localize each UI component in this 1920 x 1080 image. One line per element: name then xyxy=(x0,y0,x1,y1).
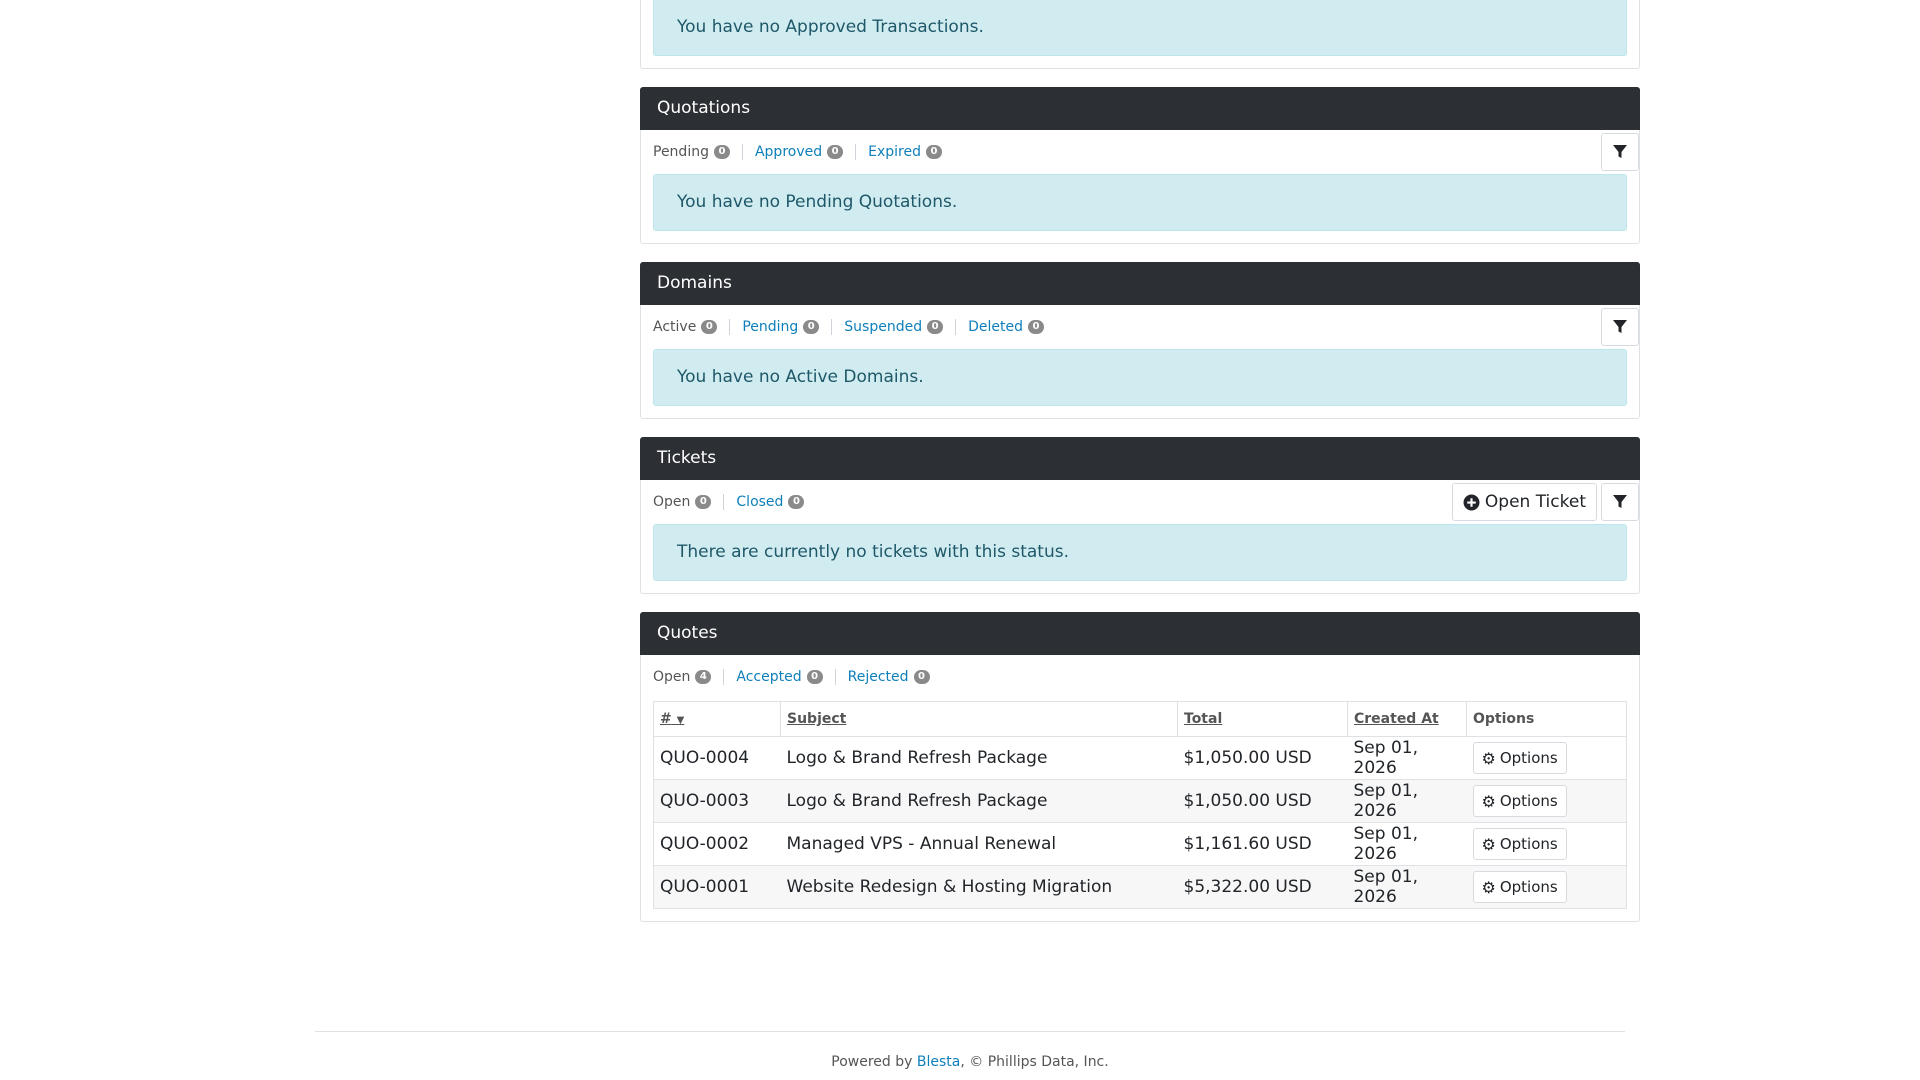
count-badge: 0 xyxy=(788,495,805,509)
quote-total: $1,161.60 USD xyxy=(1177,822,1348,866)
count-badge: 0 xyxy=(803,320,820,334)
quotations-panel: Quotations Pending 0 Approved 0 Expired 0 Y… xyxy=(640,87,1640,244)
quote-created-at: Sep 01, 2026 xyxy=(1347,865,1467,909)
quote-subject: Logo & Brand Refresh Package xyxy=(780,736,1178,780)
options-button[interactable]: ⚙ Options xyxy=(1472,742,1567,774)
quote-total: $5,322.00 USD xyxy=(1177,865,1348,909)
transactions-empty-alert: You have no Approved Transactions. xyxy=(653,0,1627,56)
filter-icon xyxy=(1613,320,1627,333)
domains-filter-button[interactable] xyxy=(1601,308,1639,346)
gear-icon: ⚙ xyxy=(1481,877,1496,897)
count-badge: 0 xyxy=(695,495,712,509)
count-badge: 0 xyxy=(913,670,930,684)
quote-id: QUO-0001 xyxy=(653,865,781,909)
quote-total: $1,050.00 USD xyxy=(1177,779,1348,823)
tab-active[interactable]: Active 0 xyxy=(653,319,729,335)
quote-created-at: Sep 01, 2026 xyxy=(1347,736,1467,780)
quote-subject: Website Redesign & Hosting Migration xyxy=(780,865,1178,909)
options-button[interactable]: ⚙ Options xyxy=(1472,828,1567,860)
tab-pending[interactable]: Pending 0 xyxy=(653,144,742,160)
quote-id: QUO-0004 xyxy=(653,736,781,780)
gear-icon: ⚙ xyxy=(1481,748,1496,768)
tickets-empty-alert: There are currently no tickets with this… xyxy=(653,524,1627,581)
tab-expired[interactable]: Expired 0 xyxy=(855,144,954,160)
quotations-empty-alert: You have no Pending Quotations. xyxy=(653,174,1627,231)
tab-approved[interactable]: Approved 0 xyxy=(741,144,855,160)
gear-icon: ⚙ xyxy=(1481,791,1496,811)
column-header-subject[interactable]: Subject xyxy=(780,701,1178,737)
domains-panel: Domains Active 0 Pending 0 Suspended 0 Dele… xyxy=(640,262,1640,419)
count-badge: 0 xyxy=(713,145,730,159)
gear-icon: ⚙ xyxy=(1481,834,1496,854)
column-header-created-at[interactable]: Created At xyxy=(1347,701,1467,737)
quotations-title: Quotations xyxy=(640,87,1640,130)
footer: Powered by Blesta, © Phillips Data, Inc. xyxy=(831,1054,1109,1070)
quotations-filter-button[interactable] xyxy=(1601,133,1639,171)
tickets-filter-button[interactable] xyxy=(1601,483,1639,521)
column-header-id[interactable]: # ▼ xyxy=(653,701,781,737)
tab-closed[interactable]: Closed 0 xyxy=(723,494,816,510)
count-badge: 0 xyxy=(925,145,942,159)
quote-total: $1,050.00 USD xyxy=(1177,736,1348,780)
tickets-title: Tickets xyxy=(640,437,1640,480)
count-badge: 0 xyxy=(1028,320,1044,334)
column-header-options: Options xyxy=(1466,701,1627,737)
tickets-panel: Tickets Open 0 Closed 0 Open Ticket There … xyxy=(640,437,1640,594)
caret-down-icon: ▼ xyxy=(676,715,685,726)
count-badge: 0 xyxy=(806,670,823,684)
transactions-panel: You have no Approved Transactions. xyxy=(640,0,1640,69)
quote-id: QUO-0003 xyxy=(653,779,781,823)
count-badge: 0 xyxy=(927,320,944,334)
table-row: QUO-0004 Logo & Brand Refresh Package $1… xyxy=(653,736,1627,780)
table-row: QUO-0003 Logo & Brand Refresh Package $1… xyxy=(653,779,1627,823)
tab-deleted[interactable]: Deleted 0 xyxy=(955,319,1056,335)
quotes-tabs: Open 4 Accepted 0 Rejected 0 xyxy=(653,669,942,685)
quote-created-at: Sep 01, 2026 xyxy=(1347,822,1467,866)
plus-circle-icon xyxy=(1463,494,1480,510)
tab-suspended[interactable]: Suspended 0 xyxy=(831,319,955,335)
column-header-total[interactable]: Total xyxy=(1177,701,1348,737)
quotes-table: # ▼ Subject Total Created At Options QUO… xyxy=(653,701,1627,909)
table-row: QUO-0001 Website Redesign & Hosting Migr… xyxy=(653,865,1627,909)
domains-title: Domains xyxy=(640,262,1640,305)
tab-open[interactable]: Open 0 xyxy=(653,494,723,510)
options-button[interactable]: ⚙ Options xyxy=(1472,871,1567,903)
quote-subject: Logo & Brand Refresh Package xyxy=(780,779,1178,823)
tickets-tabs: Open 0 Closed 0 xyxy=(653,494,816,510)
tab-rejected[interactable]: Rejected 0 xyxy=(834,669,942,685)
domains-tabs: Active 0 Pending 0 Suspended 0 Deleted 0 xyxy=(653,319,1056,335)
tab-open[interactable]: Open 4 xyxy=(653,669,723,685)
footer-divider xyxy=(315,1031,1625,1032)
tab-pending[interactable]: Pending 0 xyxy=(729,319,831,335)
tab-accepted[interactable]: Accepted 0 xyxy=(723,669,834,685)
quotes-title: Quotes xyxy=(640,612,1640,655)
count-badge: 0 xyxy=(827,145,844,159)
quote-subject: Managed VPS - Annual Renewal xyxy=(780,822,1178,866)
filter-icon xyxy=(1613,495,1627,508)
main-content: You have no Approved Transactions. Quota… xyxy=(640,0,1640,940)
blesta-link[interactable]: Blesta xyxy=(917,1054,960,1070)
options-button[interactable]: ⚙ Options xyxy=(1472,785,1567,817)
table-row: QUO-0002 Managed VPS - Annual Renewal $1… xyxy=(653,822,1627,866)
domains-empty-alert: You have no Active Domains. xyxy=(653,349,1627,406)
count-badge: 4 xyxy=(695,670,712,684)
quote-id: QUO-0002 xyxy=(653,822,781,866)
filter-icon xyxy=(1613,145,1627,158)
open-ticket-button[interactable]: Open Ticket xyxy=(1451,483,1597,521)
count-badge: 0 xyxy=(701,320,718,334)
quote-created-at: Sep 01, 2026 xyxy=(1347,779,1467,823)
quotations-tabs: Pending 0 Approved 0 Expired 0 xyxy=(653,144,954,160)
quotes-panel: Quotes Open 4 Accepted 0 Rejected 0 # ▼ Sub… xyxy=(640,612,1640,922)
